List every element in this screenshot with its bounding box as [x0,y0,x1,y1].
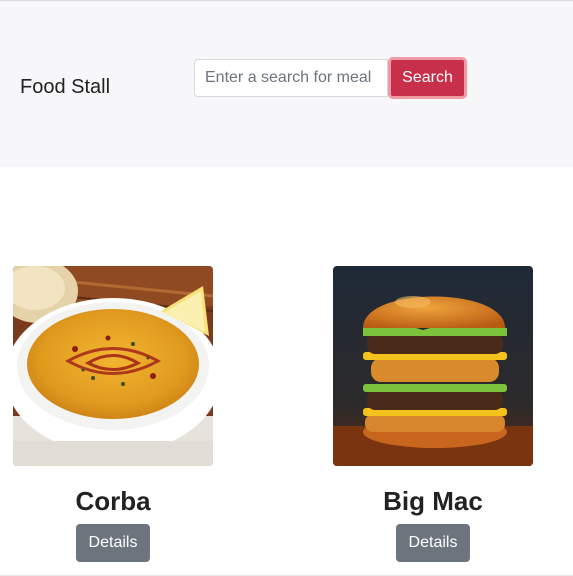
meal-image-corba [13,266,213,466]
meal-card-big-mac: Big Mac Details [333,266,533,562]
page: Food Stall Search [0,0,573,576]
meal-name: Corba [75,486,151,516]
details-button[interactable]: Details [76,524,150,562]
search-button[interactable]: Search [388,57,467,99]
meal-image-big-mac [333,266,533,466]
search-input[interactable] [194,59,388,97]
brand-title[interactable]: Food Stall [20,75,110,99]
details-button[interactable]: Details [396,524,470,562]
meal-card-corba: Corba Details [13,266,213,562]
meal-name: Big Mac [383,486,483,516]
navbar: Food Stall Search [0,1,573,167]
